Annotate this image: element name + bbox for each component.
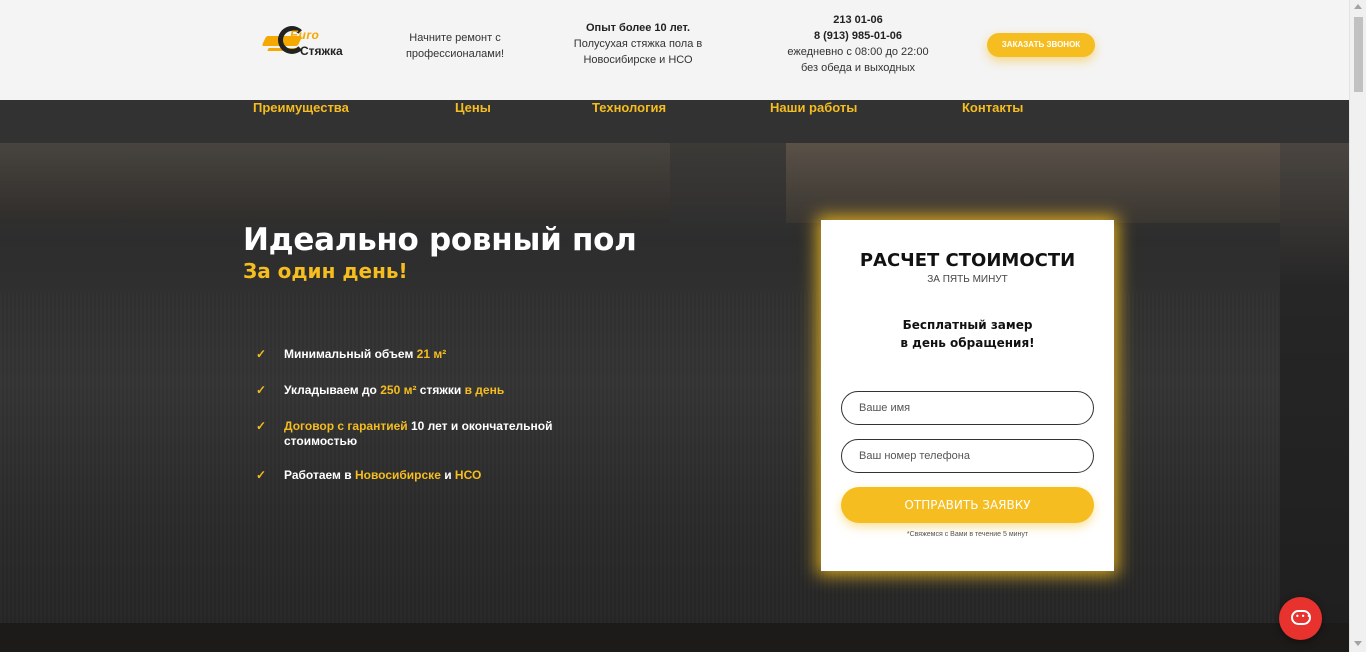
hours-line-1: ежедневно с 08:00 до 22:00	[787, 46, 929, 58]
header-contacts: 213 01-06 8 (913) 985-01-06 ежедневно с …	[768, 12, 948, 76]
experience-line-2: Новосибирске и НСО	[583, 54, 693, 66]
phone-primary[interactable]: 213 01-06	[833, 14, 883, 26]
hours-line-2: без обеда и выходных	[800, 62, 916, 74]
main-nav: Преимущества Цены Технология Наши работы…	[0, 100, 1349, 143]
scroll-down-arrow-icon[interactable]	[1354, 641, 1362, 646]
logo-name-text: Стяжка	[300, 44, 343, 58]
cost-calculator-form: РАСЧЕТ СТОИМОСТИ ЗА ПЯТЬ МИНУТ Бесплатны…	[821, 220, 1114, 571]
form-footnote: *Свяжемся с Вами в течение 5 минут	[906, 531, 1029, 538]
nav-item-contacts[interactable]: Контакты	[962, 100, 1023, 143]
order-call-button[interactable]: Заказать звонок	[987, 33, 1095, 57]
logo[interactable]: Euro Стяжка	[261, 22, 350, 62]
scroll-up-arrow-icon[interactable]	[1354, 4, 1362, 9]
hero-bg-top-left	[0, 143, 670, 223]
phone-mobile[interactable]: 8 (913) 985-01-06	[814, 30, 902, 42]
experience-line-1: Полусухая стяжка пола в	[573, 38, 703, 50]
site-header: Euro Стяжка Начните ремонт с профессиона…	[0, 0, 1349, 100]
name-input[interactable]	[841, 391, 1094, 425]
submit-request-button[interactable]: Отправить заявку	[841, 487, 1094, 523]
form-subtitle: ЗА ПЯТЬ МИНУТ	[927, 274, 1008, 285]
tagline-line-1: Начните ремонт с	[409, 32, 501, 44]
experience-title: Опыт более 10 лет.	[586, 22, 690, 34]
scroll-thumb[interactable]	[1354, 17, 1363, 92]
logo-euro-text: Euro	[290, 28, 320, 42]
hero-background	[0, 143, 1349, 623]
chat-dots-icon: •••	[1295, 612, 1313, 621]
feature-text: Работаем в Новосибирске и НСО	[284, 468, 482, 482]
nav-item-prices[interactable]: Цены	[455, 100, 491, 143]
feature-text: Договор с гарантией 10 лет и окончательн…	[284, 419, 553, 448]
check-icon: ✓	[256, 419, 267, 433]
section-divider	[0, 623, 1349, 652]
nav-item-advantages[interactable]: Преимущества	[253, 100, 349, 143]
chat-button[interactable]: •••	[1279, 597, 1322, 640]
form-note-line-1: Бесплатный замер	[902, 318, 1033, 332]
phone-input[interactable]	[841, 439, 1094, 473]
page-scrollbar[interactable]	[1349, 0, 1366, 652]
header-experience: Опыт более 10 лет. Полусухая стяжка пола…	[560, 20, 716, 68]
check-icon: ✓	[256, 347, 267, 361]
header-tagline: Начните ремонт с профессионалами!	[392, 30, 518, 62]
check-icon: ✓	[256, 383, 267, 397]
form-note: Бесплатный замер в день обращения!	[821, 316, 1114, 352]
form-title: РАСЧЕТ СТОИМОСТИ	[859, 250, 1076, 271]
hero-title: Идеально ровный пол	[243, 222, 637, 258]
hero-subtitle: За один день!	[243, 259, 408, 283]
hero-bg-top-right	[786, 143, 1280, 223]
feature-text: Минимальный объем 21 м²	[284, 347, 447, 361]
hero-bg-right-edge	[1280, 143, 1349, 623]
form-note-line-2: в день обращения!	[900, 336, 1035, 350]
nav-item-technology[interactable]: Технология	[592, 100, 666, 143]
check-icon: ✓	[256, 468, 267, 482]
tagline-line-2: профессионалами!	[405, 48, 505, 60]
feature-text: Укладываем до 250 м² стяжки в день	[284, 383, 505, 397]
nav-item-our-works[interactable]: Наши работы	[770, 100, 857, 143]
